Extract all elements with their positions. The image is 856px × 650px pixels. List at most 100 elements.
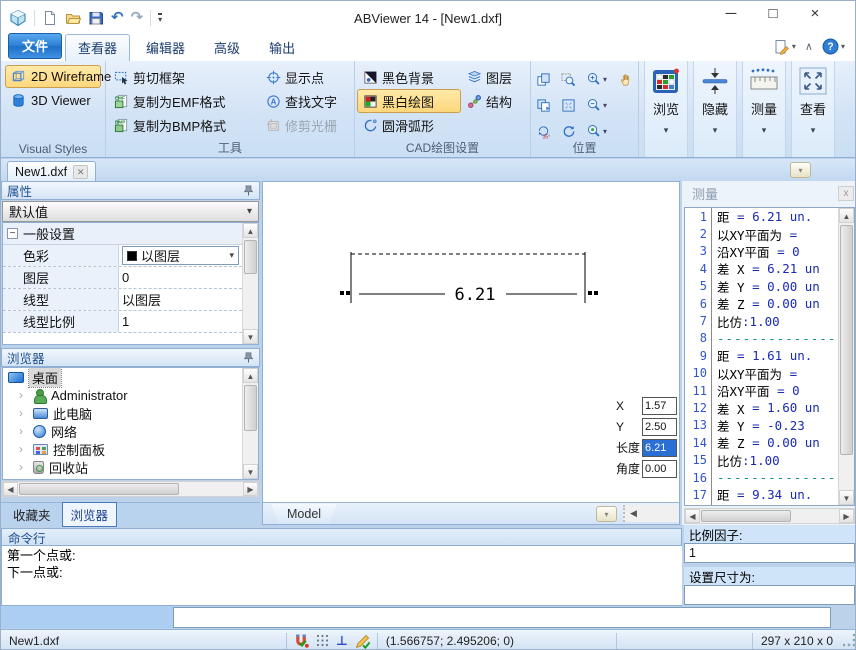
maximize-button[interactable]: □ [759,5,787,22]
scroll-up-icon[interactable]: ▲ [243,223,258,238]
3d-viewer-button[interactable]: 3D Viewer [5,89,101,112]
close-button[interactable]: × [801,5,829,22]
coord-input[interactable]: 1.57 [642,397,677,415]
view-button[interactable]: 查看 ▾ [791,61,835,157]
measure-line[interactable]: 10以XY平面为 = [685,365,838,382]
tree-item-desktop[interactable]: 桌面 [3,368,258,386]
scroll-down-icon[interactable]: ▼ [243,329,258,344]
paste-view-icon[interactable] [536,92,561,118]
expand-chevron-icon[interactable]: › [19,442,28,456]
minimize-ribbon-icon[interactable]: ∧ [805,40,813,53]
zoom-window-icon[interactable] [561,66,586,92]
measure-line[interactable]: 9距 = 1.61 un. [685,347,838,364]
properties-scrollbar[interactable]: ▲ ▼ [242,223,258,344]
property-row[interactable]: 图层0 [3,267,242,289]
measure-scrollbar[interactable]: ▲ ▼ [838,208,854,505]
redo-button[interactable]: ↷ [131,11,144,25]
tree-item[interactable]: ›Administrator [3,386,258,404]
preset-dropdown[interactable]: 默认值 ▾ [2,201,259,222]
measure-line[interactable]: 7比仿:1.00 [685,312,838,329]
collapse-icon[interactable]: − [7,228,18,239]
measure-line[interactable]: 14差 Z = 0.00 un [685,434,838,451]
measure-line[interactable]: 4差 X = 6.21 un [685,260,838,277]
find-text-button[interactable]: A 查找文字 [260,89,343,113]
property-row[interactable]: 线型比例1 [3,311,242,333]
pin-icon[interactable] [243,352,254,363]
scrollbar-thumb[interactable] [840,225,853,455]
tree-scrollbar[interactable]: ▲ ▼ [242,368,258,479]
measure-line[interactable]: 2以XY平面为 = [685,225,838,242]
document-tab[interactable]: New1.dxf ✕ [7,161,96,181]
undo-button[interactable]: ↶ [111,11,124,25]
scrollbar-thumb[interactable] [701,510,791,522]
app-logo-icon[interactable] [9,9,27,27]
command-line-history[interactable]: 第一个点或:下一点或: [1,546,682,606]
scroll-right-icon[interactable]: ▶ [839,509,854,523]
resize-grip[interactable] [843,634,856,648]
coord-input[interactable]: 0.00 [642,460,677,478]
2d-wireframe-button[interactable]: 2D Wireframe [5,65,101,88]
crop-raster-button[interactable]: 修剪光栅 [260,113,343,137]
measure-line[interactable]: 11沿XY平面 = 0 [685,382,838,399]
new-file-button[interactable] [42,10,58,26]
show-points-button[interactable]: 显示点 [260,65,343,89]
pan-hand-icon[interactable] [619,66,641,92]
tab-close-icon[interactable]: ✕ [73,165,88,179]
measure-line[interactable]: 17距 = 9.34 un. [685,486,838,503]
zoom-out-button[interactable]: ▾ [586,92,619,118]
measure-line[interactable]: 15比仿:1.00 [685,451,838,468]
copy-bmp-button[interactable]: BMP 复制为BMP格式 [108,113,260,137]
property-row[interactable]: 色彩以图层▾ [3,245,242,267]
model-tab[interactable]: Model [271,504,337,524]
measure-line[interactable]: 18以XY平面为 [685,504,838,506]
grid-icon[interactable] [316,634,329,647]
tab-list-chevron-icon[interactable]: ▾ [790,162,811,178]
tab-output[interactable]: 输出 [256,34,308,61]
measure-line[interactable]: 1距 = 6.21 un. [685,208,838,225]
scale-factor-input[interactable]: 1 [684,543,855,563]
expand-chevron-icon[interactable]: › [19,460,28,474]
osnap-draw-icon[interactable] [355,633,371,649]
zoom-in-button[interactable]: ▾ [586,66,619,92]
coord-input[interactable]: 2.50 [642,418,677,436]
command-input-selection[interactable] [1,606,173,628]
expand-chevron-icon[interactable]: › [19,424,28,438]
layout-chevron-icon[interactable]: ▾ [596,506,617,522]
customize-toolbar-icon[interactable]: ▾ [158,13,162,23]
snap-magnet-icon[interactable] [293,633,309,649]
scrollbar-thumb[interactable] [244,240,257,274]
help-icon[interactable]: ?▾ [822,38,845,55]
measure-line[interactable]: 3沿XY平面 = 0 [685,243,838,260]
measure-line[interactable]: 5差 Y = 0.00 un [685,278,838,295]
scroll-up-icon[interactable]: ▲ [243,368,258,383]
hide-button[interactable]: 隐藏 ▾ [693,61,737,157]
tab-viewer[interactable]: 查看器 [65,34,130,61]
tree-horizontal-scrollbar[interactable]: ◀ ▶ [2,481,259,497]
clip-frame-button[interactable]: 剪切框架 [108,65,260,89]
color-dropdown[interactable]: 以图层▾ [122,246,239,265]
layers-button[interactable]: 图层 [461,65,518,89]
expand-chevron-icon[interactable]: › [19,406,28,420]
property-row[interactable]: 线型以图层 [3,289,242,311]
tree-item[interactable]: ›此电脑 [3,404,258,422]
command-input-field[interactable] [173,607,831,628]
bw-drawing-button[interactable]: 黑白绘图 [357,89,461,113]
property-group-row[interactable]: − 一般设置 [3,223,242,245]
style-options-icon[interactable]: ▾ [774,39,796,55]
tab-file[interactable]: 文件 [8,33,62,59]
measure-horizontal-scrollbar[interactable]: ◀ ▶ [684,508,855,524]
zoom-fit-icon[interactable] [561,92,586,118]
black-background-button[interactable]: 黑色背景 [357,65,461,89]
save-button[interactable] [88,10,104,26]
canvas-horizontal-scrollbar[interactable]: ◀ [623,505,679,522]
tab-advanced[interactable]: 高级 [201,34,253,61]
scroll-up-icon[interactable]: ▲ [839,208,854,223]
ortho-mode-icon[interactable]: ⊥ [336,633,348,649]
minimize-button[interactable]: ─ [717,5,745,22]
scrollbar-thumb[interactable] [244,385,257,431]
scroll-left-icon[interactable]: ◀ [3,482,18,496]
panel-tab-favorites[interactable]: 收藏夹 [5,503,59,526]
set-dimension-input[interactable] [684,585,855,605]
smooth-arcs-button[interactable]: 圆滑弧形 [357,113,461,137]
scroll-down-icon[interactable]: ▼ [243,464,258,479]
